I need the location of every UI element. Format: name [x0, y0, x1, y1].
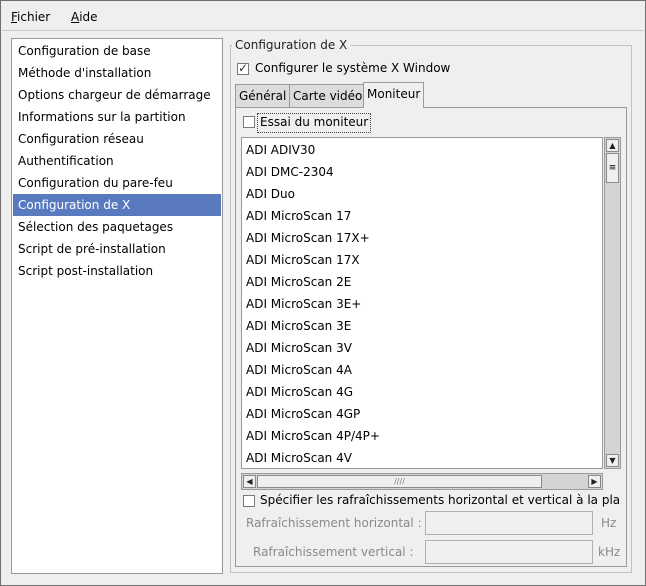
section-item-basic[interactable]: Configuration de base [13, 40, 221, 62]
list-item[interactable]: ADI MicroScan 4A [246, 359, 352, 381]
list-item[interactable]: ADI MicroScan 3V [246, 337, 352, 359]
monitor-list[interactable]: ADI ADIV30 ADI DMC-2304 ADI Duo ADI Micr… [241, 137, 603, 469]
list-item[interactable]: ADI MicroScan 17 [246, 205, 351, 227]
configure-x-checkbox[interactable]: ✓ [237, 61, 249, 75]
section-item-packages[interactable]: Sélection des paquetages [13, 216, 221, 238]
vertical-scroll-thumb[interactable]: ≡ [606, 153, 619, 183]
tab-general[interactable]: Général [235, 84, 291, 108]
section-item-x-config[interactable]: Configuration de X [13, 194, 221, 216]
list-item[interactable]: ADI MicroScan 4V [246, 447, 352, 468]
frame-title: Configuration de X [232, 38, 351, 52]
list-item[interactable]: ADI MicroScan 3E+ [246, 293, 361, 315]
specify-sync-checkbox[interactable] [243, 495, 255, 507]
tab-video-card[interactable]: Carte vidéo [289, 84, 367, 108]
section-item-pre-script[interactable]: Script de pré-installation [13, 238, 221, 260]
section-item-auth[interactable]: Authentification [13, 150, 221, 172]
tab-monitor[interactable]: Moniteur [363, 82, 425, 108]
list-item[interactable]: ADI MicroScan 17X [246, 249, 360, 271]
section-item-firewall[interactable]: Configuration du pare-feu [13, 172, 221, 194]
section-item-post-script[interactable]: Script post-installation [13, 260, 221, 282]
horizontal-scroll-thumb[interactable]: //// [257, 475, 542, 488]
list-item[interactable]: ADI MicroScan 4P/4P+ [246, 425, 380, 447]
scroll-up-icon[interactable]: ▲ [606, 139, 619, 152]
list-item[interactable]: ADI MicroScan 4G [246, 381, 353, 403]
list-item[interactable]: ADI DMC-2304 [246, 161, 334, 183]
configure-x-label[interactable]: Configurer le système X Window [255, 61, 450, 75]
menu-help[interactable]: Aide [71, 10, 98, 24]
vertical-scrollbar[interactable]: ▲ ≡ ▼ [604, 137, 621, 469]
check-icon: ✓ [238, 61, 249, 75]
scroll-right-icon[interactable]: ▶ [588, 475, 601, 488]
horizontal-scrollbar[interactable]: ◀ //// ▶ [241, 473, 603, 490]
vsync-input[interactable] [425, 540, 593, 564]
hsync-label: Rafraîchissement horizontal : [246, 516, 422, 530]
vsync-label: Rafraîchissement vertical : [253, 545, 414, 559]
scroll-down-icon[interactable]: ▼ [606, 454, 619, 467]
section-item-install-method[interactable]: Méthode d'installation [13, 62, 221, 84]
section-list: Configuration de base Méthode d'installa… [11, 38, 223, 574]
section-item-bootloader[interactable]: Options chargeur de démarrage [13, 84, 221, 106]
probe-monitor-label[interactable]: Essai du moniteur [260, 115, 368, 129]
list-item[interactable]: ADI ADIV30 [246, 139, 315, 161]
section-item-network[interactable]: Configuration réseau [13, 128, 221, 150]
specify-sync-label[interactable]: Spécifier les rafraîchissements horizont… [260, 493, 620, 507]
vsync-unit: kHz [598, 545, 621, 559]
menubar: Fichier Aide [2, 2, 644, 31]
list-item[interactable]: ADI MicroScan 17X+ [246, 227, 370, 249]
scroll-left-icon[interactable]: ◀ [243, 475, 256, 488]
list-item[interactable]: ADI MicroScan 4GP [246, 403, 360, 425]
list-item[interactable]: ADI MicroScan 2E [246, 271, 351, 293]
hsync-unit: Hz [601, 516, 617, 530]
probe-monitor-checkbox[interactable] [243, 116, 255, 128]
list-item[interactable]: ADI Duo [246, 183, 295, 205]
section-item-partition[interactable]: Informations sur la partition [13, 106, 221, 128]
kickstart-window: Fichier Aide Configuration de base Métho… [0, 0, 646, 586]
menu-file[interactable]: Fichier [11, 10, 50, 24]
list-item[interactable]: ADI MicroScan 3E [246, 315, 351, 337]
hsync-input[interactable] [425, 511, 593, 535]
